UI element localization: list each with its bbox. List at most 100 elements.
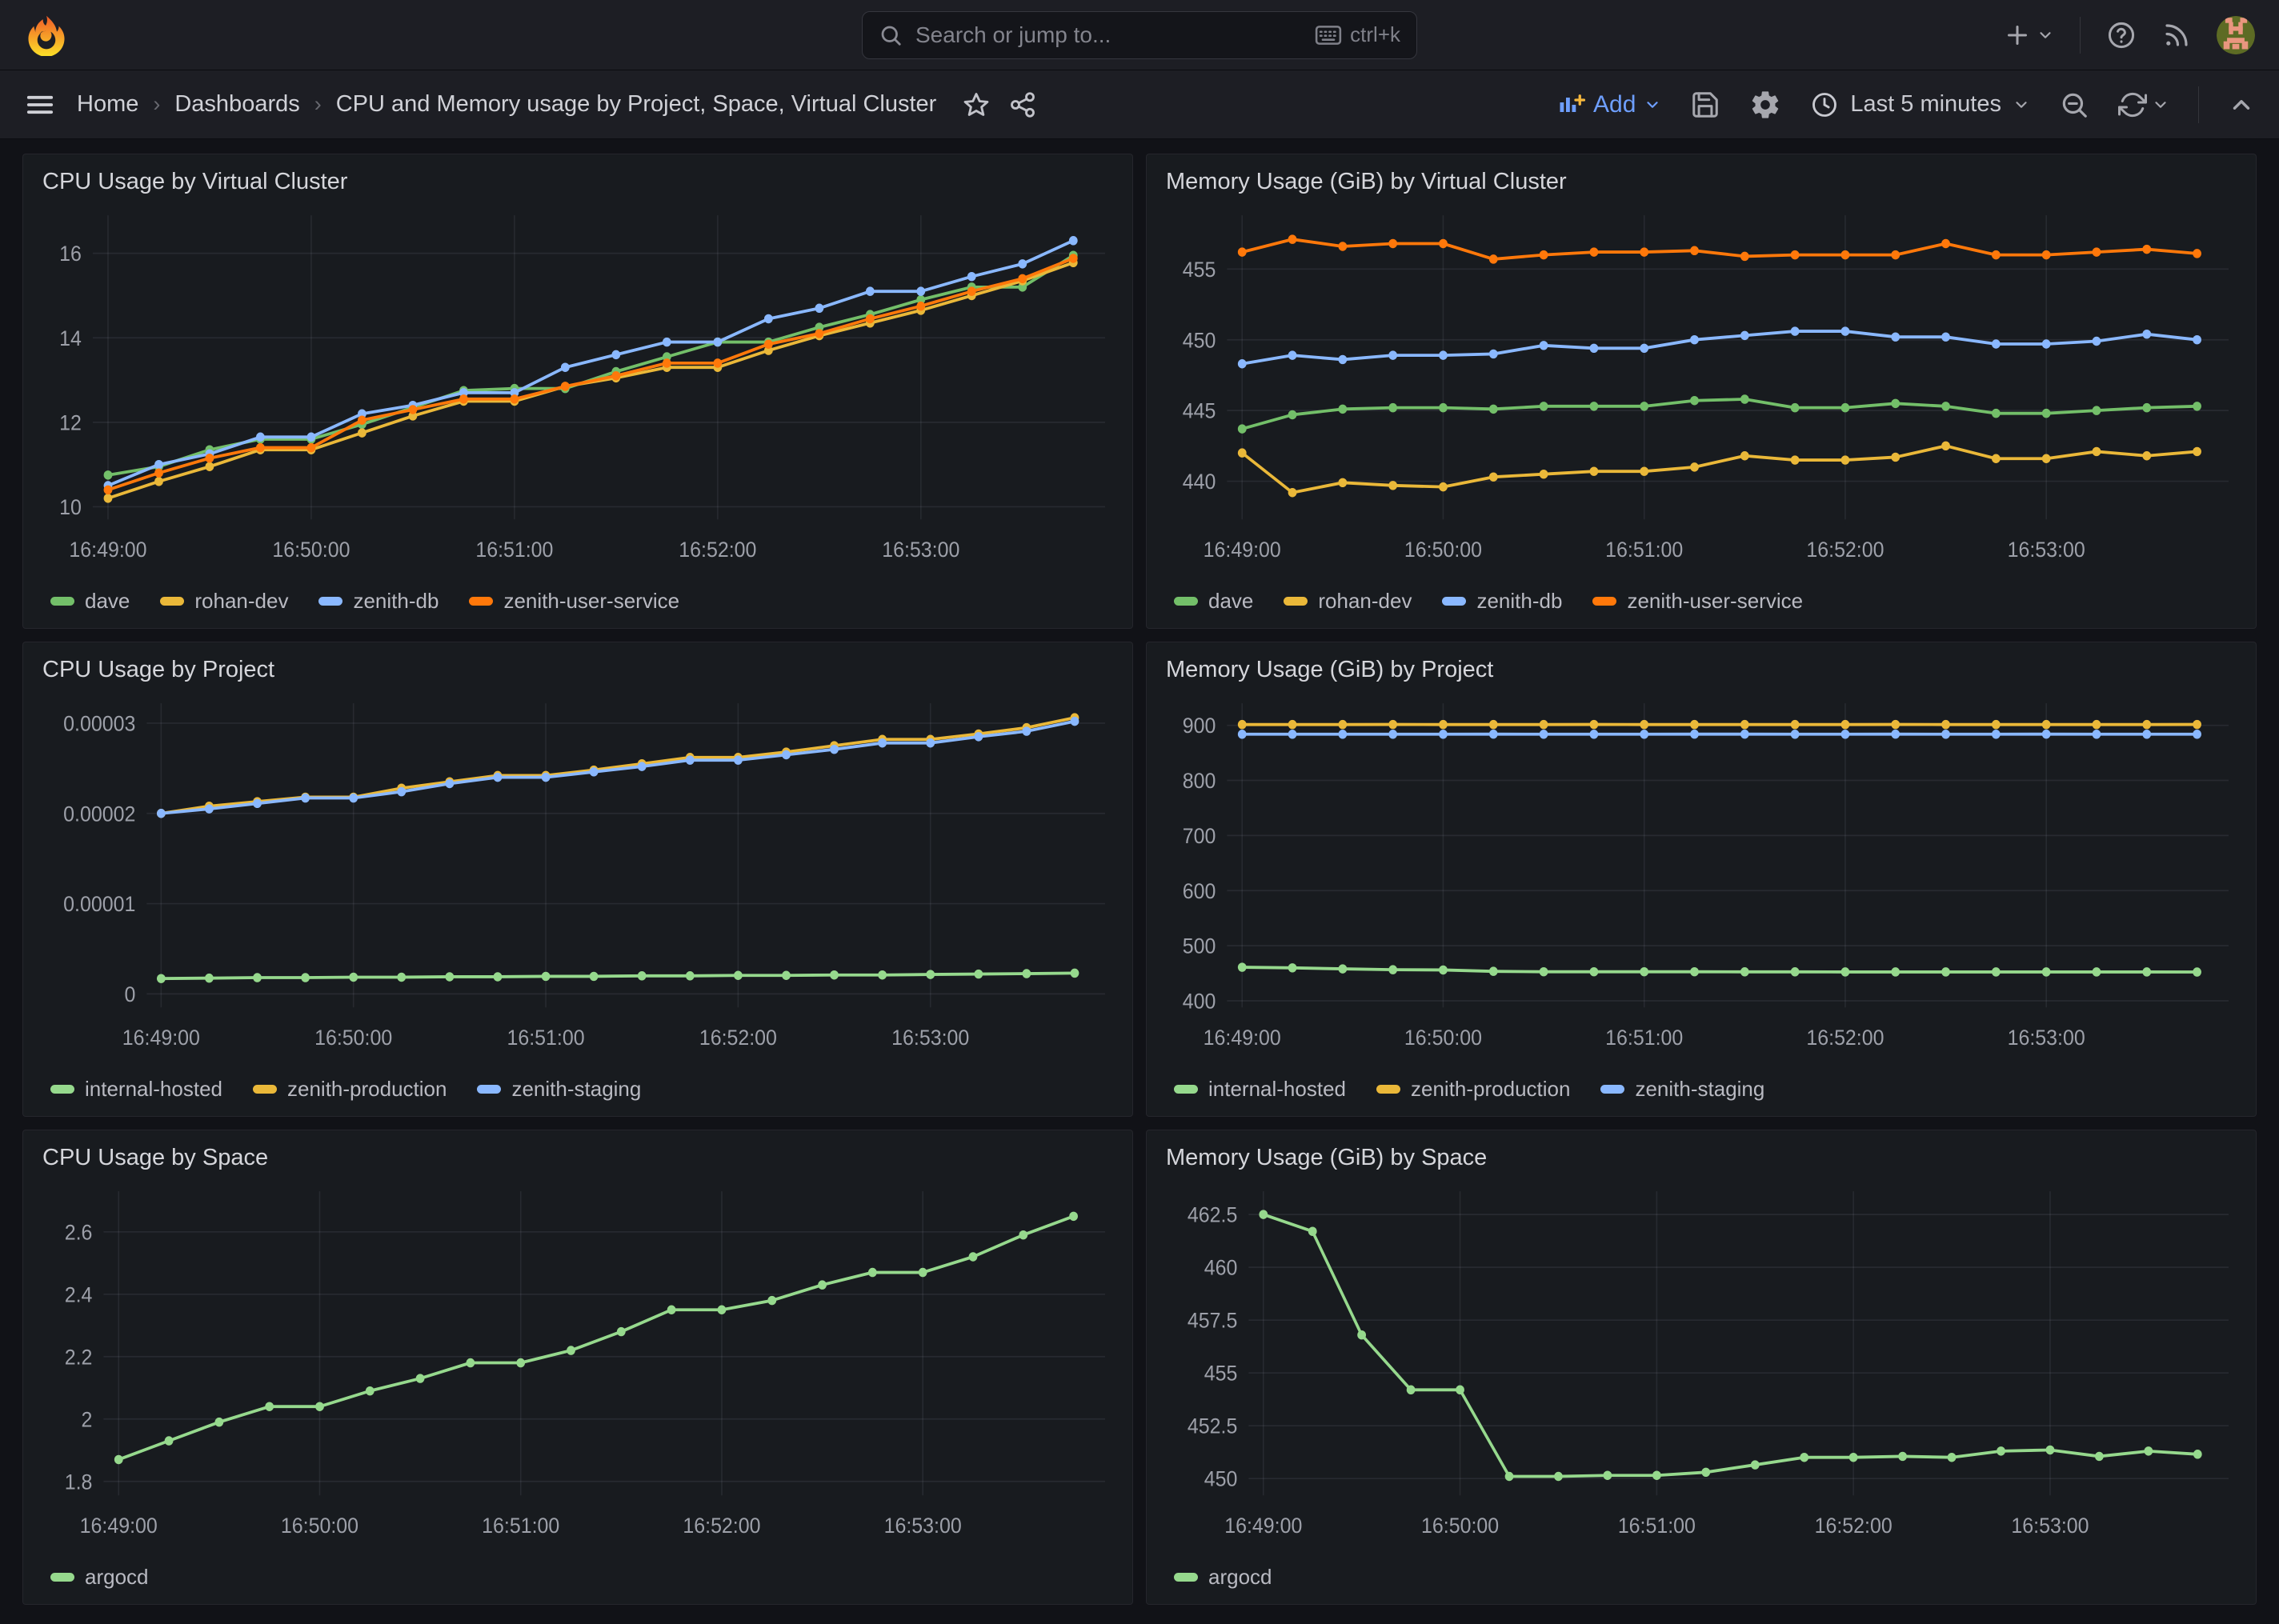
settings-button[interactable] (1749, 89, 1781, 121)
legend-label: argocd (85, 1565, 149, 1590)
legend-item-zenith-user-service[interactable]: zenith-user-service (1592, 589, 1803, 614)
svg-text:600: 600 (1183, 880, 1216, 903)
legend-item-rohan-dev[interactable]: rohan-dev (1284, 589, 1412, 614)
legend-item-zenith-production[interactable]: zenith-production (253, 1077, 447, 1102)
time-range-label: Last 5 minutes (1850, 91, 2001, 118)
legend-label: rohan-dev (1318, 589, 1412, 614)
legend-item-zenith-user-service[interactable]: zenith-user-service (469, 589, 679, 614)
panel-mem-by-project: Memory Usage (GiB) by Project16:49:0016:… (1146, 642, 2257, 1117)
collapse-button[interactable] (2228, 91, 2255, 118)
help-button[interactable] (2106, 20, 2137, 50)
share-icon (1008, 90, 1037, 119)
chart-canvas[interactable]: 16:49:0016:50:0016:51:0016:52:0016:53:00… (42, 688, 1113, 1072)
panel-title[interactable]: CPU Usage by Virtual Cluster (42, 169, 1113, 195)
panel-title[interactable]: Memory Usage (GiB) by Space (1166, 1145, 2237, 1171)
gear-icon (1749, 89, 1781, 121)
legend-item-dave[interactable]: dave (50, 589, 130, 614)
news-button[interactable] (2162, 21, 2191, 50)
svg-text:16:52:00: 16:52:00 (1806, 1026, 1884, 1050)
grafana-logo[interactable] (24, 13, 69, 58)
save-icon (1690, 90, 1720, 120)
panel-title[interactable]: CPU Usage by Project (42, 657, 1113, 683)
svg-text:450: 450 (1204, 1468, 1238, 1491)
search-input[interactable]: Search or jump to... ctrl+k (862, 11, 1417, 59)
legend-item-zenith-db[interactable]: zenith-db (318, 589, 439, 614)
menu-icon (24, 89, 56, 121)
svg-text:16:51:00: 16:51:00 (475, 538, 553, 562)
new-menu-button[interactable] (2003, 21, 2054, 50)
clock-icon (1810, 90, 1839, 119)
panel-mem-by-space: Memory Usage (GiB) by Space 16:49:0016:50… (1146, 1130, 2257, 1605)
legend-item-internal-hosted[interactable]: internal-hosted (1174, 1077, 1346, 1102)
chevron-down-icon (2013, 96, 2030, 114)
bar-chart-plus-icon (1556, 90, 1585, 119)
svg-text:700: 700 (1183, 825, 1216, 848)
legend-item-rohan-dev[interactable]: rohan-dev (160, 589, 288, 614)
panel-title[interactable]: Memory Usage (GiB) by Project (1166, 657, 2237, 683)
legend: dave rohan-dev zenith-db zenith-user-servic… (42, 584, 1113, 620)
svg-text:16:53:00: 16:53:00 (882, 538, 959, 562)
legend-label: zenith-production (287, 1077, 447, 1102)
svg-text:16:50:00: 16:50:00 (1404, 1026, 1482, 1050)
chart-canvas[interactable]: 16:49:0016:50:0016:51:0016:52:0016:53:00… (1166, 688, 2237, 1072)
chart-canvas[interactable]: 16:49:0016:50:0016:51:0016:52:0016:53:00… (1166, 1176, 2237, 1560)
legend: dave rohan-dev zenith-db zenith-user-servic… (1166, 584, 2237, 620)
add-label: Add (1593, 91, 1636, 118)
svg-text:16:52:00: 16:52:00 (679, 538, 756, 562)
legend-label: dave (85, 589, 130, 614)
legend-swatch (1592, 597, 1616, 606)
breadcrumb-dashboards[interactable]: Dashboards (174, 91, 299, 118)
legend: internal-hosted zenith-production zenith-s… (1166, 1072, 2237, 1108)
legend-swatch (318, 597, 342, 606)
chart-canvas[interactable]: 16:49:0016:50:0016:51:0016:52:0016:53:00… (42, 200, 1113, 584)
panel-mem-by-virtual-cluster: Memory Usage (GiB) by Virtual Cluster 16:… (1146, 154, 2257, 629)
svg-text:16:53:00: 16:53:00 (2011, 1514, 2089, 1538)
legend-item-zenith-production[interactable]: zenith-production (1376, 1077, 1570, 1102)
legend-item-argocd[interactable]: argocd (50, 1565, 149, 1590)
add-button[interactable]: Add (1556, 90, 1661, 119)
menu-button[interactable] (24, 89, 56, 121)
favorite-button[interactable] (962, 90, 991, 119)
legend: argocd (42, 1560, 1113, 1596)
svg-text:16:50:00: 16:50:00 (1404, 538, 1482, 562)
share-button[interactable] (1008, 90, 1037, 119)
svg-text:452.5: 452.5 (1188, 1415, 1237, 1438)
chart-canvas[interactable]: 16:49:0016:50:0016:51:0016:52:0016:53:00… (42, 1176, 1113, 1560)
time-range-picker[interactable]: Last 5 minutes (1810, 90, 2030, 119)
shortcut-label: ctrl+k (1350, 22, 1400, 47)
zoom-out-button[interactable] (2059, 90, 2089, 120)
legend-swatch (50, 1573, 74, 1582)
legend-item-dave[interactable]: dave (1174, 589, 1253, 614)
legend-label: internal-hosted (85, 1077, 222, 1102)
save-button[interactable] (1690, 90, 1720, 120)
svg-text:800: 800 (1183, 770, 1216, 793)
panel-cpu-by-virtual-cluster: CPU Usage by Virtual Cluster16:49:0016:5… (22, 154, 1133, 629)
chart-canvas[interactable]: 16:49:0016:50:0016:51:0016:52:0016:53:00… (1166, 200, 2237, 584)
breadcrumb-home[interactable]: Home (77, 91, 138, 118)
legend-swatch (477, 1085, 501, 1094)
svg-text:12: 12 (59, 412, 82, 435)
legend-item-zenith-db[interactable]: zenith-db (1442, 589, 1562, 614)
keyboard-icon (1315, 25, 1342, 46)
panel-title[interactable]: CPU Usage by Space (42, 1145, 1113, 1171)
svg-text:16:49:00: 16:49:00 (122, 1026, 200, 1050)
plus-icon (2003, 21, 2032, 50)
refresh-button[interactable] (2118, 90, 2169, 119)
panel-title[interactable]: Memory Usage (GiB) by Virtual Cluster (1166, 169, 2237, 195)
svg-text:2.6: 2.6 (65, 1222, 93, 1245)
svg-text:455: 455 (1204, 1362, 1238, 1386)
legend-label: dave (1208, 589, 1253, 614)
svg-text:16:51:00: 16:51:00 (1605, 1026, 1683, 1050)
legend-item-argocd[interactable]: argocd (1174, 1565, 1272, 1590)
legend-item-zenith-staging[interactable]: zenith-staging (1600, 1077, 1764, 1102)
svg-text:10: 10 (59, 496, 82, 519)
avatar[interactable] (2217, 16, 2255, 54)
legend: argocd (1166, 1560, 2237, 1596)
legend-label: zenith-user-service (1627, 589, 1803, 614)
panel-grid: CPU Usage by Virtual Cluster16:49:0016:5… (0, 139, 2279, 1619)
svg-text:2.2: 2.2 (65, 1346, 93, 1370)
svg-text:16:49:00: 16:49:00 (1224, 1514, 1302, 1538)
legend-item-internal-hosted[interactable]: internal-hosted (50, 1077, 222, 1102)
legend-item-zenith-staging[interactable]: zenith-staging (477, 1077, 641, 1102)
svg-text:16:52:00: 16:52:00 (699, 1026, 777, 1050)
